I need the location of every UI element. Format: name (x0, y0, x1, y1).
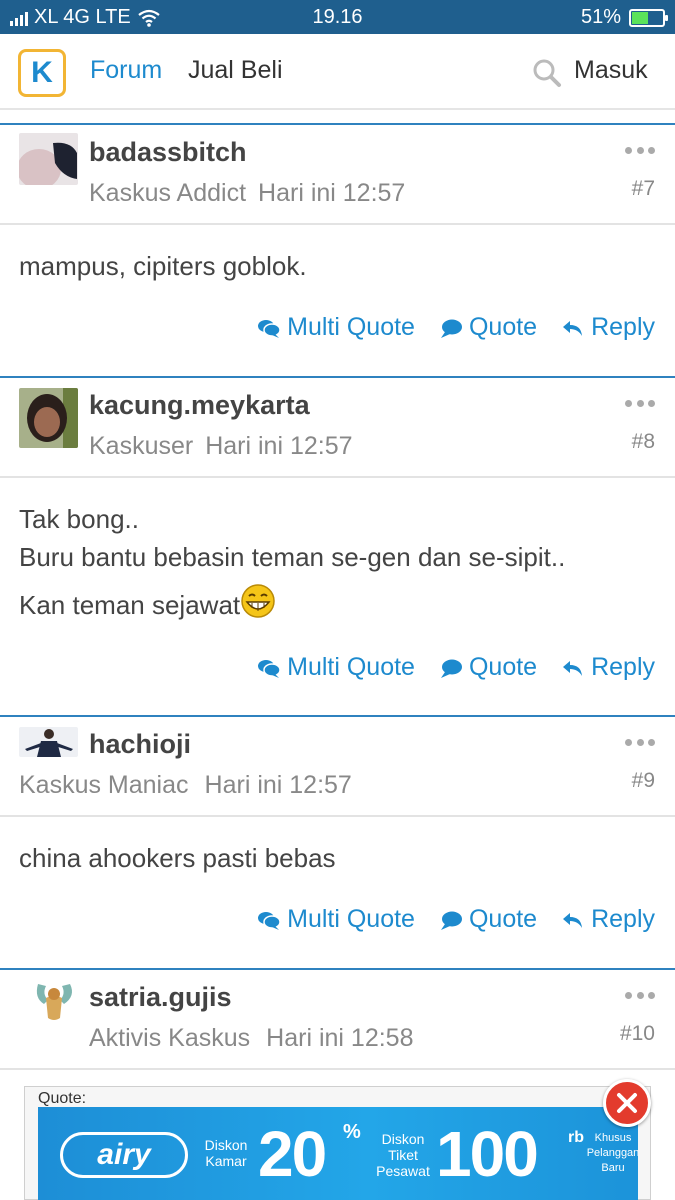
post-text-line: Tak bong.. (19, 504, 139, 534)
nav-forum[interactable]: Forum (90, 56, 162, 85)
user-rank: Kaskus Addict (89, 179, 247, 207)
ad-banner[interactable]: airy Diskon Kamar 20 % Diskon Tiket Pesa… (38, 1107, 638, 1200)
username[interactable]: badassbitch (89, 137, 247, 168)
post-body: Tak bong.. Buru bantu bebasin teman se-g… (0, 478, 675, 624)
status-bar-right: 51% (580, 6, 668, 29)
ad-unit: rb (568, 1129, 584, 1146)
multi-quote-button[interactable]: Multi Quote (257, 905, 415, 934)
quote-label: Quote: (38, 1090, 87, 1107)
reply-button[interactable]: Reply (561, 653, 655, 682)
post-9: hachioji Kaskus Maniac Hari ini 12:57 #9 … (0, 715, 675, 968)
post-body: mampus, cipiters goblok. (0, 225, 675, 285)
reply-icon (563, 912, 583, 928)
post-meta: Aktivis Kaskus Hari ini 12:58 (89, 1024, 413, 1053)
multi-quote-button[interactable]: Multi Quote (257, 313, 415, 342)
post-8: kacung.meykarta Kaskuser Hari ini 12:57 #… (0, 376, 675, 715)
post-number[interactable]: #7 (632, 177, 655, 201)
post-text-line: mampus, cipiters goblok. (19, 251, 307, 281)
post-actions: Multi Quote Quote Reply (257, 313, 655, 342)
status-bar: XL 4G LTE 19.16 51% (0, 0, 675, 34)
post-text-row: Kan teman sejawat (19, 584, 656, 624)
reply-label: Reply (591, 653, 655, 681)
search-icon[interactable] (532, 58, 562, 88)
airy-logo: airy (60, 1132, 188, 1178)
more-options-icon[interactable] (625, 147, 655, 155)
post-text-line: Kan teman sejawat (19, 590, 241, 620)
ad-close-button[interactable] (603, 1079, 651, 1127)
reply-label: Reply (591, 905, 655, 933)
post-number[interactable]: #9 (632, 769, 655, 793)
more-options-icon[interactable] (625, 992, 655, 1000)
post-time: Hari ini 12:58 (266, 1024, 414, 1052)
multi-quote-icon (258, 319, 281, 338)
reply-label: Reply (591, 313, 655, 341)
post-number[interactable]: #10 (620, 1022, 655, 1046)
post-text-line: Buru bantu bebasin teman se-gen dan se-s… (19, 542, 566, 572)
more-options-icon[interactable] (625, 400, 655, 408)
post-header: hachioji Kaskus Maniac Hari ini 12:57 #9 (0, 717, 675, 817)
username[interactable]: kacung.meykarta (89, 390, 310, 421)
post-text-line: china ahookers pasti bebas (19, 843, 336, 873)
reply-button[interactable]: Reply (561, 313, 655, 342)
ad-text-khusus: Khusus Pelanggan Baru (586, 1132, 638, 1174)
user-rank: Aktivis Kaskus (89, 1024, 251, 1052)
reply-button[interactable]: Reply (561, 905, 655, 934)
username[interactable]: hachioji (89, 729, 191, 760)
quote-label: Quote (468, 653, 538, 681)
ad-value-2: 100 (436, 1118, 539, 1190)
quote-label: Quote (468, 905, 538, 933)
user-avatar[interactable] (19, 388, 78, 448)
post-header: kacung.meykarta Kaskuser Hari ini 12:57 #… (0, 378, 675, 478)
post-time: Hari ini 12:57 (205, 432, 353, 460)
battery-icon (629, 8, 668, 27)
multi-quote-label: Multi Quote (287, 905, 415, 933)
post-header: badassbitch Kaskus Addict Hari ini 12:57 … (0, 125, 675, 225)
user-avatar[interactable] (19, 727, 78, 757)
post-meta: Kaskuser Hari ini 12:57 (89, 432, 353, 461)
quote-icon (440, 911, 462, 930)
grinning-emoji-icon (241, 584, 275, 618)
post-header: satria.gujis Aktivis Kaskus Hari ini 12:5… (0, 970, 675, 1070)
quote-button[interactable]: Quote (439, 653, 537, 682)
user-avatar[interactable] (19, 133, 78, 185)
more-options-icon[interactable] (625, 739, 655, 747)
multi-quote-label: Multi Quote (287, 653, 415, 681)
user-avatar[interactable] (30, 978, 78, 1026)
multi-quote-icon (258, 911, 281, 930)
ad-percent: % (343, 1121, 361, 1143)
post-actions: Multi Quote Quote Reply (257, 653, 655, 682)
quote-icon (440, 319, 462, 338)
close-icon (617, 1093, 637, 1113)
nav-jual-beli[interactable]: Jual Beli (188, 56, 283, 85)
post-time: Hari ini 12:57 (258, 179, 406, 207)
ad-text-diskon-tiket: Diskon Tiket Pesawat (376, 1131, 430, 1179)
kaskus-logo[interactable]: K (18, 49, 66, 97)
post-meta: Kaskus Addict Hari ini 12:57 (89, 179, 405, 208)
quote-button[interactable]: Quote (439, 313, 537, 342)
quote-button[interactable]: Quote (439, 905, 537, 934)
login-button[interactable]: Masuk (574, 56, 648, 85)
reply-icon (563, 660, 583, 676)
app-header: K Forum Jual Beli Masuk (0, 34, 675, 110)
post-actions: Multi Quote Quote Reply (257, 905, 655, 934)
multi-quote-icon (258, 659, 281, 678)
user-rank: Kaskus Maniac (19, 771, 189, 799)
username[interactable]: satria.gujis (89, 982, 232, 1013)
battery-percent: 51% (580, 6, 621, 28)
post-number[interactable]: #8 (632, 430, 655, 454)
reply-icon (563, 320, 583, 336)
ad-text-diskon-kamar: Diskon Kamar (204, 1137, 248, 1169)
clock: 19.16 (312, 6, 363, 28)
quote-icon (440, 659, 462, 678)
post-body: china ahookers pasti bebas (0, 817, 675, 877)
post-time: Hari ini 12:57 (204, 771, 352, 799)
multi-quote-label: Multi Quote (287, 313, 415, 341)
user-rank: Kaskuser (89, 432, 194, 460)
post-meta: Kaskus Maniac Hari ini 12:57 (19, 771, 352, 800)
post-7: badassbitch Kaskus Addict Hari ini 12:57 … (0, 123, 675, 376)
quote-label: Quote (468, 313, 538, 341)
ad-value-1: 20 (258, 1118, 327, 1190)
multi-quote-button[interactable]: Multi Quote (257, 653, 415, 682)
